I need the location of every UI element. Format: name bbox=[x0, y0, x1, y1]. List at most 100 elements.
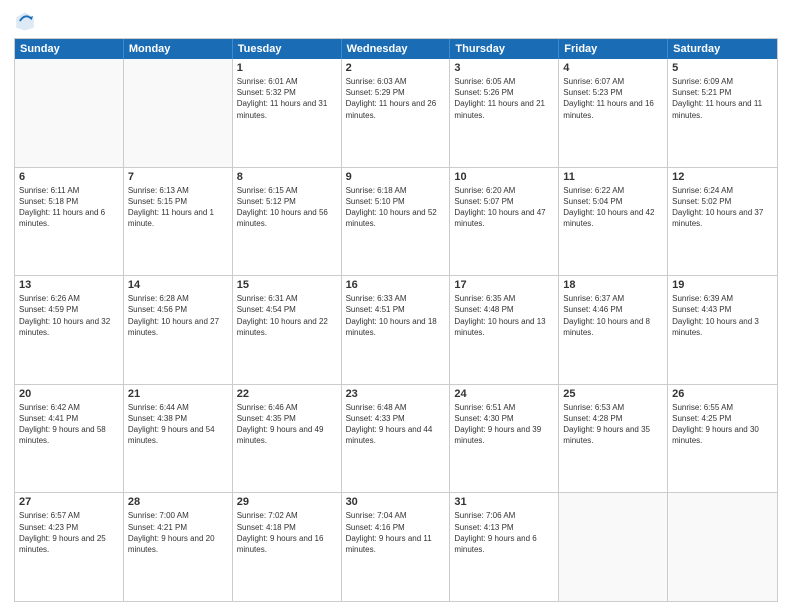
day-number: 5 bbox=[672, 62, 773, 74]
calendar-cell: 1 Sunrise: 6:01 AM Sunset: 5:32 PM Daylig… bbox=[233, 59, 342, 167]
calendar-cell: 18 Sunrise: 6:37 AM Sunset: 4:46 PM Dayli… bbox=[559, 276, 668, 384]
day-number: 15 bbox=[237, 279, 337, 291]
calendar-cell: 23Sunrise: 6:48 AM Sunset: 4:33 PM Dayli… bbox=[342, 385, 451, 493]
day-number: 12 bbox=[672, 171, 773, 183]
day-info: Sunrise: 6:28 AM Sunset: 4:56 PM Dayligh… bbox=[128, 293, 228, 338]
day-info: Sunrise: 6:33 AM Sunset: 4:51 PM Dayligh… bbox=[346, 293, 446, 338]
calendar-cell: 16 Sunrise: 6:33 AM Sunset: 4:51 PM Dayli… bbox=[342, 276, 451, 384]
day-number: 8 bbox=[237, 171, 337, 183]
day-number: 4 bbox=[563, 62, 663, 74]
day-info: Sunrise: 6:18 AM Sunset: 5:10 PM Dayligh… bbox=[346, 185, 446, 230]
day-number: 11 bbox=[563, 171, 663, 183]
calendar-cell bbox=[15, 59, 124, 167]
weekday-header: Sunday bbox=[15, 39, 124, 59]
day-info: Sunrise: 6:39 AM Sunset: 4:43 PM Dayligh… bbox=[672, 293, 773, 338]
day-number: 7 bbox=[128, 171, 228, 183]
calendar-cell bbox=[668, 493, 777, 601]
calendar-cell: 2 Sunrise: 6:03 AM Sunset: 5:29 PM Daylig… bbox=[342, 59, 451, 167]
day-info: Sunrise: 6:35 AM Sunset: 4:48 PM Dayligh… bbox=[454, 293, 554, 338]
day-info: Sunrise: 6:20 AM Sunset: 5:07 PM Dayligh… bbox=[454, 185, 554, 230]
calendar-cell: 10 Sunrise: 6:20 AM Sunset: 5:07 PM Dayli… bbox=[450, 168, 559, 276]
day-number: 25 bbox=[563, 388, 663, 400]
calendar-cell: 17 Sunrise: 6:35 AM Sunset: 4:48 PM Dayli… bbox=[450, 276, 559, 384]
calendar-cell: 9 Sunrise: 6:18 AM Sunset: 5:10 PM Daylig… bbox=[342, 168, 451, 276]
calendar-cell: 8 Sunrise: 6:15 AM Sunset: 5:12 PM Daylig… bbox=[233, 168, 342, 276]
calendar-cell: 13 Sunrise: 6:26 AM Sunset: 4:59 PM Dayli… bbox=[15, 276, 124, 384]
day-number: 23 bbox=[346, 388, 446, 400]
day-number: 13 bbox=[19, 279, 119, 291]
day-info: Sunrise: 6:01 AM Sunset: 5:32 PM Dayligh… bbox=[237, 76, 337, 121]
day-number: 6 bbox=[19, 171, 119, 183]
day-info: Sunrise: 6:55 AM Sunset: 4:25 PM Dayligh… bbox=[672, 402, 773, 447]
calendar-cell: 6 Sunrise: 6:11 AM Sunset: 5:18 PM Daylig… bbox=[15, 168, 124, 276]
day-number: 1 bbox=[237, 62, 337, 74]
calendar-cell: 31Sunrise: 7:06 AM Sunset: 4:13 PM Dayli… bbox=[450, 493, 559, 601]
day-number: 10 bbox=[454, 171, 554, 183]
day-info: Sunrise: 6:09 AM Sunset: 5:21 PM Dayligh… bbox=[672, 76, 773, 121]
calendar-cell: 7 Sunrise: 6:13 AM Sunset: 5:15 PM Daylig… bbox=[124, 168, 233, 276]
calendar-cell: 4Sunrise: 6:07 AM Sunset: 5:23 PM Daylig… bbox=[559, 59, 668, 167]
day-number: 18 bbox=[563, 279, 663, 291]
day-number: 22 bbox=[237, 388, 337, 400]
calendar-cell: 11 Sunrise: 6:22 AM Sunset: 5:04 PM Dayli… bbox=[559, 168, 668, 276]
calendar-cell: 26 Sunrise: 6:55 AM Sunset: 4:25 PM Dayli… bbox=[668, 385, 777, 493]
weekday-header: Tuesday bbox=[233, 39, 342, 59]
calendar-cell: 20Sunrise: 6:42 AM Sunset: 4:41 PM Dayli… bbox=[15, 385, 124, 493]
day-number: 3 bbox=[454, 62, 554, 74]
day-info: Sunrise: 7:00 AM Sunset: 4:21 PM Dayligh… bbox=[128, 510, 228, 555]
logo-icon bbox=[14, 10, 36, 32]
day-number: 9 bbox=[346, 171, 446, 183]
calendar-cell: 5 Sunrise: 6:09 AM Sunset: 5:21 PM Daylig… bbox=[668, 59, 777, 167]
day-info: Sunrise: 7:06 AM Sunset: 4:13 PM Dayligh… bbox=[454, 510, 554, 555]
day-info: Sunrise: 7:04 AM Sunset: 4:16 PM Dayligh… bbox=[346, 510, 446, 555]
day-info: Sunrise: 6:46 AM Sunset: 4:35 PM Dayligh… bbox=[237, 402, 337, 447]
day-info: Sunrise: 6:13 AM Sunset: 5:15 PM Dayligh… bbox=[128, 185, 228, 230]
day-number: 2 bbox=[346, 62, 446, 74]
calendar-cell bbox=[559, 493, 668, 601]
day-info: Sunrise: 6:05 AM Sunset: 5:26 PM Dayligh… bbox=[454, 76, 554, 121]
day-number: 14 bbox=[128, 279, 228, 291]
calendar-row: 27Sunrise: 6:57 AM Sunset: 4:23 PM Dayli… bbox=[15, 493, 777, 601]
day-info: Sunrise: 6:31 AM Sunset: 4:54 PM Dayligh… bbox=[237, 293, 337, 338]
day-number: 20 bbox=[19, 388, 119, 400]
calendar-cell bbox=[124, 59, 233, 167]
day-info: Sunrise: 6:53 AM Sunset: 4:28 PM Dayligh… bbox=[563, 402, 663, 447]
day-number: 16 bbox=[346, 279, 446, 291]
day-info: Sunrise: 6:15 AM Sunset: 5:12 PM Dayligh… bbox=[237, 185, 337, 230]
day-number: 17 bbox=[454, 279, 554, 291]
day-number: 21 bbox=[128, 388, 228, 400]
day-info: Sunrise: 6:44 AM Sunset: 4:38 PM Dayligh… bbox=[128, 402, 228, 447]
day-info: Sunrise: 6:51 AM Sunset: 4:30 PM Dayligh… bbox=[454, 402, 554, 447]
calendar-row: 6 Sunrise: 6:11 AM Sunset: 5:18 PM Daylig… bbox=[15, 168, 777, 277]
weekday-header: Thursday bbox=[450, 39, 559, 59]
calendar-cell: 29 Sunrise: 7:02 AM Sunset: 4:18 PM Dayli… bbox=[233, 493, 342, 601]
calendar-cell: 3 Sunrise: 6:05 AM Sunset: 5:26 PM Daylig… bbox=[450, 59, 559, 167]
day-number: 24 bbox=[454, 388, 554, 400]
day-number: 26 bbox=[672, 388, 773, 400]
weekday-header: Friday bbox=[559, 39, 668, 59]
calendar-cell: 14 Sunrise: 6:28 AM Sunset: 4:56 PM Dayli… bbox=[124, 276, 233, 384]
calendar-cell: 27Sunrise: 6:57 AM Sunset: 4:23 PM Dayli… bbox=[15, 493, 124, 601]
calendar-cell: 21 Sunrise: 6:44 AM Sunset: 4:38 PM Dayli… bbox=[124, 385, 233, 493]
page-header bbox=[14, 10, 778, 32]
calendar-row: 13 Sunrise: 6:26 AM Sunset: 4:59 PM Dayli… bbox=[15, 276, 777, 385]
weekday-header: Monday bbox=[124, 39, 233, 59]
calendar-header: SundayMondayTuesdayWednesdayThursdayFrid… bbox=[15, 39, 777, 59]
calendar-cell: 22 Sunrise: 6:46 AM Sunset: 4:35 PM Dayli… bbox=[233, 385, 342, 493]
day-info: Sunrise: 6:03 AM Sunset: 5:29 PM Dayligh… bbox=[346, 76, 446, 121]
day-number: 29 bbox=[237, 496, 337, 508]
day-info: Sunrise: 6:37 AM Sunset: 4:46 PM Dayligh… bbox=[563, 293, 663, 338]
day-info: Sunrise: 6:11 AM Sunset: 5:18 PM Dayligh… bbox=[19, 185, 119, 230]
calendar-cell: 12Sunrise: 6:24 AM Sunset: 5:02 PM Dayli… bbox=[668, 168, 777, 276]
day-info: Sunrise: 7:02 AM Sunset: 4:18 PM Dayligh… bbox=[237, 510, 337, 555]
day-number: 27 bbox=[19, 496, 119, 508]
calendar-cell: 25 Sunrise: 6:53 AM Sunset: 4:28 PM Dayli… bbox=[559, 385, 668, 493]
calendar-cell: 30Sunrise: 7:04 AM Sunset: 4:16 PM Dayli… bbox=[342, 493, 451, 601]
day-number: 28 bbox=[128, 496, 228, 508]
calendar-row: 20Sunrise: 6:42 AM Sunset: 4:41 PM Dayli… bbox=[15, 385, 777, 494]
weekday-header: Saturday bbox=[668, 39, 777, 59]
day-info: Sunrise: 6:26 AM Sunset: 4:59 PM Dayligh… bbox=[19, 293, 119, 338]
calendar: SundayMondayTuesdayWednesdayThursdayFrid… bbox=[14, 38, 778, 602]
day-info: Sunrise: 6:22 AM Sunset: 5:04 PM Dayligh… bbox=[563, 185, 663, 230]
calendar-body: 1 Sunrise: 6:01 AM Sunset: 5:32 PM Daylig… bbox=[15, 59, 777, 601]
